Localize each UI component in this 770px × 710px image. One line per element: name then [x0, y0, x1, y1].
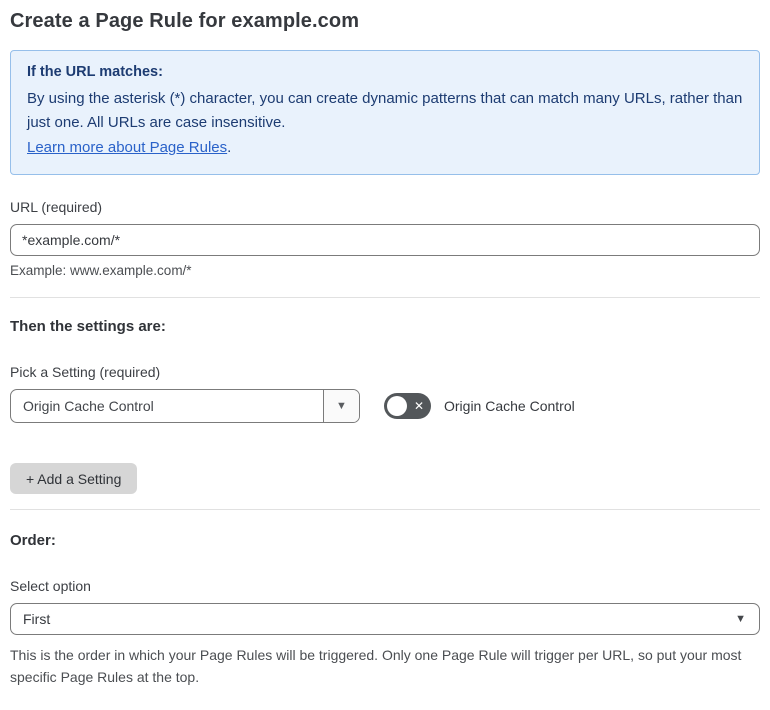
settings-section-heading: Then the settings are:	[10, 318, 166, 335]
info-link-line: Learn more about Page Rules.	[27, 136, 743, 160]
setting-row: Origin Cache Control ▼ ✕ Origin Cache Co…	[10, 389, 760, 423]
url-example-hint: Example: www.example.com/*	[10, 263, 192, 278]
add-setting-button[interactable]: + Add a Setting	[10, 463, 138, 494]
origin-cache-control-toggle[interactable]: ✕	[384, 393, 431, 419]
info-box-body: By using the asterisk (*) character, you…	[27, 90, 743, 131]
link-suffix: .	[227, 139, 232, 156]
url-input[interactable]	[10, 224, 760, 256]
learn-more-link[interactable]: Learn more about Page Rules	[27, 139, 227, 156]
order-select[interactable]: First ▼	[10, 603, 760, 635]
chevron-down-icon: ▼	[735, 613, 746, 625]
order-help-text: This is the order in which your Page Rul…	[10, 647, 742, 685]
setting-select[interactable]: Origin Cache Control ▼	[10, 389, 360, 423]
create-page-rule-form: Create a Page Rule for example.com If th…	[0, 0, 770, 710]
toggle-label: Origin Cache Control	[444, 398, 575, 414]
pick-setting-label: Pick a Setting (required)	[10, 364, 161, 380]
section-divider	[10, 297, 760, 298]
url-field-label: URL (required)	[10, 199, 103, 215]
url-match-info-box: If the URL matches: By using the asteris…	[10, 50, 760, 175]
toggle-knob	[387, 396, 407, 416]
info-box-heading: If the URL matches:	[27, 64, 163, 80]
section-divider	[10, 509, 760, 510]
page-title: Create a Page Rule for example.com	[10, 10, 360, 32]
setting-select-value: Origin Cache Control	[23, 398, 154, 414]
order-select-value: First	[23, 611, 51, 627]
order-select-label: Select option	[10, 578, 91, 594]
toggle-off-icon: ✕	[413, 399, 424, 413]
chevron-down-icon[interactable]: ▼	[323, 390, 359, 422]
order-section-heading: Order:	[10, 532, 56, 549]
